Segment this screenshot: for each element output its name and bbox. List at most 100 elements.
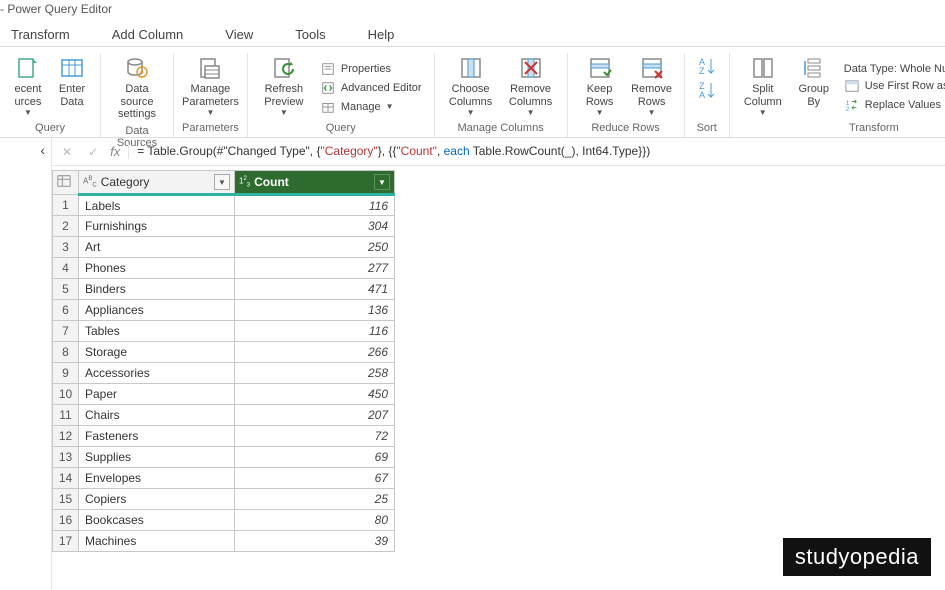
formula-text[interactable]: = Table.Group(#"Changed Type", {"Categor… <box>128 144 939 159</box>
filter-button-count[interactable]: ▼ <box>374 174 390 190</box>
cell-count[interactable]: 25 <box>235 489 395 510</box>
row-number[interactable]: 2 <box>53 216 79 237</box>
datasource-settings-button[interactable]: Data source settings <box>109 53 165 123</box>
row-number[interactable]: 4 <box>53 258 79 279</box>
cell-count[interactable]: 136 <box>235 300 395 321</box>
formula-cancel-button[interactable]: ✕ <box>58 145 76 159</box>
table-row[interactable]: 1Labels116 <box>53 195 395 216</box>
column-header-count[interactable]: 123 Count ▼ <box>235 171 395 195</box>
cell-count[interactable]: 266 <box>235 342 395 363</box>
row-number[interactable]: 14 <box>53 468 79 489</box>
expand-panel-icon[interactable]: ‹ <box>40 142 45 158</box>
cell-category[interactable]: Appliances <box>79 300 235 321</box>
table-row[interactable]: 16Bookcases80 <box>53 510 395 531</box>
menu-view[interactable]: View <box>219 25 259 44</box>
table-row[interactable]: 9Accessories258 <box>53 363 395 384</box>
cell-count[interactable]: 258 <box>235 363 395 384</box>
remove-rows-button[interactable]: Remove Rows▼ <box>628 53 676 120</box>
menu-add-column[interactable]: Add Column <box>106 25 190 44</box>
cell-count[interactable]: 207 <box>235 405 395 426</box>
table-row[interactable]: 14Envelopes67 <box>53 468 395 489</box>
table-row[interactable]: 12Fasteners72 <box>53 426 395 447</box>
cell-category[interactable]: Furnishings <box>79 216 235 237</box>
row-number[interactable]: 9 <box>53 363 79 384</box>
table-row[interactable]: 4Phones277 <box>53 258 395 279</box>
cell-category[interactable]: Fasteners <box>79 426 235 447</box>
row-number[interactable]: 8 <box>53 342 79 363</box>
cell-category[interactable]: Chairs <box>79 405 235 426</box>
table-row[interactable]: 6Appliances136 <box>53 300 395 321</box>
cell-count[interactable]: 39 <box>235 531 395 552</box>
data-type-button[interactable]: Data Type: Whole Number ▼ <box>840 62 945 76</box>
cell-category[interactable]: Supplies <box>79 447 235 468</box>
fx-icon[interactable]: fx <box>110 144 120 159</box>
row-number[interactable]: 12 <box>53 426 79 447</box>
table-row[interactable]: 2Furnishings304 <box>53 216 395 237</box>
refresh-preview-button[interactable]: Refresh Preview▼ <box>256 53 312 120</box>
manage-parameters-button[interactable]: Manage Parameters▼ <box>182 53 238 120</box>
table-row[interactable]: 13Supplies69 <box>53 447 395 468</box>
cell-category[interactable]: Copiers <box>79 489 235 510</box>
cell-category[interactable]: Bookcases <box>79 510 235 531</box>
table-row[interactable]: 17Machines39 <box>53 531 395 552</box>
row-number[interactable]: 1 <box>53 195 79 216</box>
row-number[interactable]: 5 <box>53 279 79 300</box>
column-header-category[interactable]: ABC Category ▼ <box>79 171 235 195</box>
replace-values-button[interactable]: 12 Replace Values <box>840 96 945 114</box>
cell-category[interactable]: Accessories <box>79 363 235 384</box>
cell-count[interactable]: 277 <box>235 258 395 279</box>
table-row[interactable]: 8Storage266 <box>53 342 395 363</box>
cell-count[interactable]: 67 <box>235 468 395 489</box>
table-row[interactable]: 7Tables116 <box>53 321 395 342</box>
row-number[interactable]: 10 <box>53 384 79 405</box>
cell-category[interactable]: Binders <box>79 279 235 300</box>
formula-commit-button[interactable]: ✓ <box>84 145 102 159</box>
row-number[interactable]: 17 <box>53 531 79 552</box>
advanced-editor-button[interactable]: Advanced Editor <box>316 79 426 97</box>
properties-button[interactable]: Properties <box>316 60 426 78</box>
table-row[interactable]: 11Chairs207 <box>53 405 395 426</box>
corner-cell[interactable] <box>53 171 79 195</box>
keep-rows-button[interactable]: Keep Rows▼ <box>576 53 624 120</box>
row-number[interactable]: 3 <box>53 237 79 258</box>
row-number[interactable]: 7 <box>53 321 79 342</box>
cell-category[interactable]: Art <box>79 237 235 258</box>
cell-count[interactable]: 450 <box>235 384 395 405</box>
table-row[interactable]: 5Binders471 <box>53 279 395 300</box>
queries-panel-collapsed[interactable]: ‹ <box>0 138 52 590</box>
manage-button[interactable]: Manage ▼ <box>316 98 426 116</box>
first-row-headers-button[interactable]: Use First Row as Headers ▼ <box>840 77 945 95</box>
table-row[interactable]: 15Copiers25 <box>53 489 395 510</box>
cell-count[interactable]: 80 <box>235 510 395 531</box>
cell-category[interactable]: Labels <box>79 195 235 216</box>
row-number[interactable]: 11 <box>53 405 79 426</box>
menu-help[interactable]: Help <box>362 25 401 44</box>
table-row[interactable]: 3Art250 <box>53 237 395 258</box>
recent-sources-button[interactable]: ecent urces▼ <box>8 53 48 120</box>
choose-columns-button[interactable]: Choose Columns▼ <box>443 53 499 120</box>
cell-count[interactable]: 116 <box>235 195 395 216</box>
split-column-button[interactable]: Split Column▼ <box>738 53 788 120</box>
cell-category[interactable]: Storage <box>79 342 235 363</box>
cell-category[interactable]: Tables <box>79 321 235 342</box>
cell-category[interactable]: Phones <box>79 258 235 279</box>
cell-category[interactable]: Machines <box>79 531 235 552</box>
enter-data-button[interactable]: Enter Data <box>52 53 92 120</box>
cell-category[interactable]: Paper <box>79 384 235 405</box>
cell-count[interactable]: 471 <box>235 279 395 300</box>
remove-columns-button[interactable]: Remove Columns▼ <box>503 53 559 120</box>
table-row[interactable]: 10Paper450 <box>53 384 395 405</box>
data-grid[interactable]: ABC Category ▼ 123 Count ▼ <box>52 170 395 552</box>
row-number[interactable]: 6 <box>53 300 79 321</box>
group-by-button[interactable]: Group By <box>792 53 836 120</box>
sort-asc-button[interactable]: AZ ZA <box>697 53 717 120</box>
menu-tools[interactable]: Tools <box>289 25 331 44</box>
filter-button-category[interactable]: ▼ <box>214 174 230 190</box>
row-number[interactable]: 13 <box>53 447 79 468</box>
row-number[interactable]: 16 <box>53 510 79 531</box>
cell-category[interactable]: Envelopes <box>79 468 235 489</box>
cell-count[interactable]: 116 <box>235 321 395 342</box>
cell-count[interactable]: 304 <box>235 216 395 237</box>
row-number[interactable]: 15 <box>53 489 79 510</box>
cell-count[interactable]: 69 <box>235 447 395 468</box>
